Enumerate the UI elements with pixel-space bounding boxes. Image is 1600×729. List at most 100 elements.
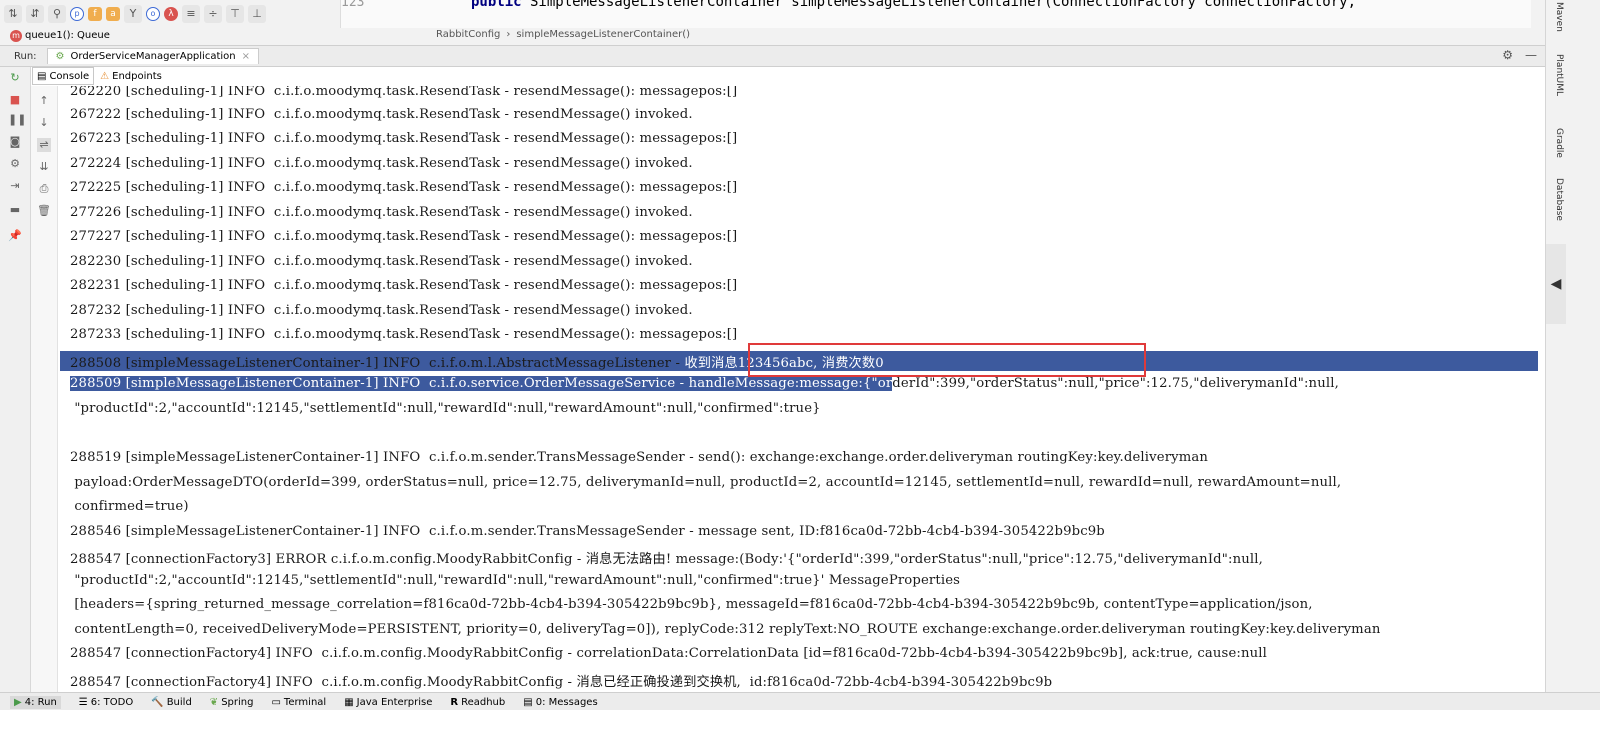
queue-label: queue1(): Queue [25, 30, 110, 41]
log-line-handle-rest: derId":399,"orderStatus":null,"price":12… [892, 376, 1339, 391]
log-line: [headers={spring_returned_message_correl… [70, 597, 1313, 612]
terminal-icon: ▭ [271, 696, 281, 708]
tab-spring[interactable]: ❦ Spring [210, 697, 254, 708]
line-number: 123 [341, 0, 365, 10]
tab-messages[interactable]: ▤ 0: Messages [523, 697, 597, 708]
console-tab-strip: ▤ Console ⚠ Endpoints [32, 67, 166, 85]
collapse-arrow-icon[interactable]: ◀ [1546, 244, 1566, 324]
tab-endpoints[interactable]: ⚠ Endpoints [96, 67, 166, 85]
show-non-public-icon[interactable]: a [106, 7, 120, 21]
editor-peek: 123 public SimpleMessageListenerContaine… [340, 0, 1531, 28]
log-line-handle-message: 288509 [simpleMessageListenerContainer-1… [70, 376, 1339, 391]
log-line: 288546 [simpleMessageListenerContainer-1… [70, 524, 1105, 539]
log-line: 282230 [scheduling-1] INFO c.i.f.o.moody… [70, 254, 693, 269]
log-line: 287233 [scheduling-1] INFO c.i.f.o.moody… [70, 327, 738, 342]
show-inherited-icon[interactable]: ⚲ [48, 5, 66, 23]
anonymous-classes-icon[interactable]: o [146, 7, 160, 21]
lambdas-icon[interactable]: λ [164, 7, 178, 21]
settings-gear-icon[interactable]: ⚙ [1502, 48, 1513, 62]
todo-icon: ☰ [78, 696, 88, 708]
tab-messages-label: 0: Messages [535, 696, 598, 708]
tab-java-enterprise[interactable]: ▦ Java Enterprise [344, 697, 432, 708]
pin-icon[interactable]: 📌 [8, 229, 22, 243]
log-line: 277226 [scheduling-1] INFO c.i.f.o.moody… [70, 205, 693, 220]
soft-wrap-icon[interactable]: ⇌ [37, 138, 51, 152]
bottom-tool-strip: ▶ 4: Run ☰ 6: TODO 🔨 Build ❦ Spring ▭ Termina… [0, 692, 1600, 711]
log-line: 267223 [scheduling-1] INFO c.i.f.o.moody… [70, 131, 738, 146]
tab-run[interactable]: ▶ 4: Run [10, 695, 61, 709]
scroll-to-end-icon[interactable]: ⇊ [37, 160, 51, 174]
tab-console-label: Console [49, 70, 90, 82]
structure-toolbar: ⇅ ⇵ ⚲ p f a Y o λ ≡ ÷ ⊤ ⊥ [0, 0, 344, 28]
endpoints-icon: ⚠ [100, 70, 110, 82]
expand-all-icon[interactable]: ≡ [182, 5, 200, 23]
breadcrumb-method[interactable]: simpleMessageListenerContainer() [516, 29, 690, 40]
tab-terminal[interactable]: ▭ Terminal [271, 697, 326, 708]
layout-icon[interactable]: ▬ [8, 203, 22, 217]
code-line: public SimpleMessageListenerContainer si… [471, 0, 1356, 10]
sort-numeric-icon[interactable]: ⇵ [26, 5, 44, 23]
clear-all-icon[interactable]: 🗑 [37, 204, 51, 218]
tab-build[interactable]: 🔨 Build [151, 697, 192, 708]
log-line: "productId":2,"accountId":12145,"settlem… [70, 401, 821, 416]
run-tab-label: OrderServiceManagerApplication [70, 51, 236, 62]
log-line: payload:OrderMessageDTO(orderId=399, ord… [70, 475, 1342, 490]
console-left-toolbar: ↑ ↓ ⇌ ⇊ ⎙ 🗑 [31, 86, 58, 692]
minimize-icon[interactable]: — [1525, 48, 1537, 62]
rerun-icon[interactable]: ↻ [8, 71, 22, 85]
down-arrow-icon[interactable]: ↓ [37, 116, 51, 130]
tab-java-enterprise-label: Java Enterprise [356, 696, 433, 708]
run-left-toolbar: ↻ ■ ❚❚ ◙ ⚙ ⇥ ▬ 📌 [0, 67, 31, 692]
readhub-icon: R [450, 696, 459, 708]
log-line: 267222 [scheduling-1] INFO c.i.f.o.moody… [70, 107, 693, 122]
annotation-red-box [748, 343, 1146, 377]
show-fields-icon[interactable]: f [88, 7, 102, 21]
log-line: 272225 [scheduling-1] INFO c.i.f.o.moody… [70, 180, 738, 195]
log-line-error: 288547 [connectionFactory3] ERROR c.i.f.… [70, 552, 1263, 567]
collapse-all-icon[interactable]: ÷ [204, 5, 222, 23]
breadcrumb-class[interactable]: RabbitConfig [436, 29, 500, 40]
log-line: 282231 [scheduling-1] INFO c.i.f.o.moody… [70, 278, 738, 293]
filter-icon[interactable]: Y [124, 5, 142, 23]
method-icon: m [10, 30, 22, 42]
stop-icon[interactable]: ■ [8, 93, 22, 107]
breadcrumb-separator: › [506, 29, 511, 40]
structure-item-queue1[interactable]: m queue1(): Queue [10, 30, 110, 42]
autoscroll-from-source-icon[interactable]: ⊥ [248, 5, 266, 23]
code-keyword: public [471, 0, 522, 10]
spring-boot-icon: ⚙ [55, 51, 65, 62]
java-enterprise-icon: ▦ [344, 696, 354, 708]
console-icon: ▤ [37, 70, 47, 82]
tab-readhub-label: Readhub [461, 696, 506, 708]
log-line: "productId":2,"accountId":12145,"settlem… [70, 573, 961, 588]
print-icon[interactable]: ⎙ [37, 182, 51, 196]
spring-icon: ❦ [209, 696, 219, 708]
log-line-handle-selected: 288509 [simpleMessageListenerContainer-1… [70, 376, 893, 391]
log-line: 272224 [scheduling-1] INFO c.i.f.o.moody… [70, 156, 693, 171]
build-icon: 🔨 [151, 696, 164, 708]
run-icon: ▶ [14, 696, 22, 708]
tool-database[interactable]: Database [1554, 178, 1564, 221]
autoscroll-to-source-icon[interactable]: ⊤ [226, 5, 244, 23]
tab-todo[interactable]: ☰ 6: TODO [79, 697, 133, 708]
close-tab-icon[interactable]: × [242, 51, 250, 62]
sort-alpha-icon[interactable]: ⇅ [4, 5, 22, 23]
tool-plantuml[interactable]: PlantUML [1554, 54, 1564, 96]
messages-icon: ▤ [523, 696, 533, 708]
tool-maven[interactable]: Maven [1554, 2, 1564, 32]
run-tab-orderservice[interactable]: ⚙ OrderServiceManagerApplication × [46, 48, 259, 64]
up-arrow-icon[interactable]: ↑ [37, 94, 51, 108]
tool-gradle[interactable]: Gradle [1554, 128, 1564, 158]
camera-icon[interactable]: ◙ [8, 135, 22, 149]
tab-spring-label: Spring [221, 696, 254, 708]
tab-readhub[interactable]: R Readhub [450, 697, 505, 708]
tab-console[interactable]: ▤ Console [32, 67, 95, 85]
console-output[interactable]: 262220 [scheduling-1] INFO c.i.f.o.moody… [60, 86, 1538, 692]
log-line: 262220 [scheduling-1] INFO c.i.f.o.moody… [70, 86, 738, 99]
top-toolbar-area: ⇅ ⇵ ⚲ p f a Y o λ ≡ ÷ ⊤ ⊥ m queue1(): Que… [0, 0, 1600, 46]
pause-icon[interactable]: ❚❚ [8, 113, 26, 127]
show-properties-icon[interactable]: p [70, 7, 84, 21]
restore-layout-icon[interactable]: ⚙ [8, 157, 22, 171]
exit-icon[interactable]: ⇥ [8, 179, 22, 193]
tab-run-label: 4: Run [24, 696, 57, 708]
